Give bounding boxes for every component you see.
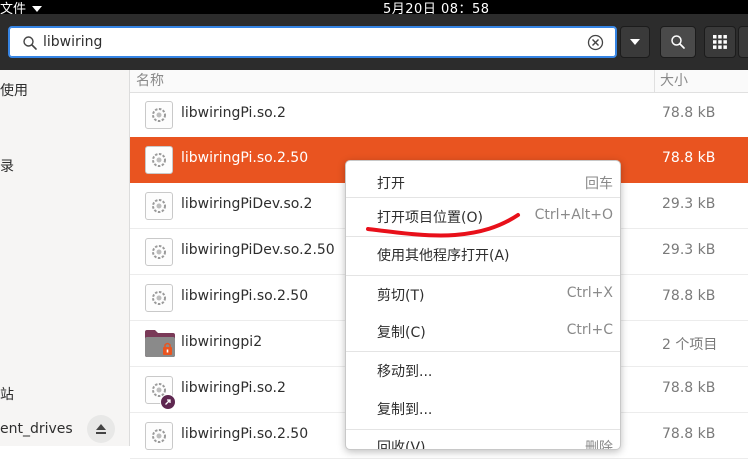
file-name: libwiringPiDev.so.2 [181,196,313,212]
column-header: 名称 大小 [130,70,748,93]
locked-folder-icon [145,330,175,357]
shared-library-icon [145,146,173,174]
sidebar-item-recent[interactable]: 使用 [0,80,28,100]
column-name[interactable]: 名称 [136,70,164,90]
menu-item-open-location[interactable]: 打开项目位置(O) Ctrl+Alt+O [346,201,620,233]
menu-divider [346,236,620,237]
file-size: 78.8 kB [662,426,716,442]
file-name: libwiringPiDev.so.2.50 [181,242,335,258]
file-name: libwiringpi2 [181,334,263,350]
file-name: libwiringPi.so.2.50 [181,426,309,442]
file-size: 78.8 kB [662,380,716,396]
search-input[interactable] [43,31,563,53]
menu-item-accel: Ctrl+C [566,322,613,338]
file-name: libwiringPi.so.2 [181,105,286,121]
top-bar: 文件 5月20日 08：58 [0,0,748,17]
menu-item-label: 移动到... [377,364,433,380]
menu-divider [346,275,620,276]
file-name: libwiringPi.so.2.50 [181,150,309,166]
menu-item-accel: 回车 [585,176,613,192]
menu-item-label: 打开 [377,176,405,192]
column-divider [654,70,655,92]
menu-divider [346,351,620,352]
search-icon [23,36,37,50]
menu-divider [346,197,620,198]
link-arrow-icon [160,394,176,410]
menu-item-label: 复制到... [377,402,433,418]
menu-item-open-with[interactable]: 使用其他程序打开(A) [346,239,620,271]
menu-item-accel: Ctrl+Alt+O [534,207,613,223]
shared-library-icon [145,192,173,220]
file-name: libwiringPi.so.2.50 [181,288,309,304]
sidebar-item-drive[interactable]: ent_drives [0,421,73,437]
menu-item-label: 回收(V) [377,440,426,450]
menu-item-label: 打开项目位置(O) [377,210,483,226]
file-size: 2 个项目 [662,337,718,353]
menu-item-accel: 删除 [585,440,613,450]
sidebar-item-home[interactable]: 录 [0,156,14,176]
menu-item-label: 剪切(T) [377,288,425,304]
menu-item-move-to[interactable]: 移动到... [346,355,620,387]
menu-item-accel: Ctrl+X [566,285,613,301]
menu-item-open[interactable]: 打开 回车 [346,167,620,199]
sidebar: 使用 录 站 ent_drives [0,70,130,446]
chevron-down-icon [630,39,640,45]
file-size: 78.8 kB [662,288,716,304]
context-menu: 打开 回车 打开项目位置(O) Ctrl+Alt+O 使用其他程序打开(A) 剪… [345,160,621,450]
file-name: libwiringPi.so.2 [181,380,286,396]
menu-item-cut[interactable]: 剪切(T) Ctrl+X [346,279,620,311]
menu-item-trash[interactable]: 回收(V) 删除 [346,431,620,450]
clear-icon[interactable] [587,34,604,51]
eject-icon [96,424,106,434]
menu-item-copy-to[interactable]: 复制到... [346,393,620,425]
header-bar [0,14,748,70]
column-size[interactable]: 大小 [660,70,688,90]
search-options-button[interactable] [620,26,650,58]
menu-divider [346,429,620,430]
file-size: 78.8 kB [662,150,716,166]
grid-icon [713,35,727,49]
menu-item-label: 复制(C) [377,325,426,341]
menu-item-copy[interactable]: 复制(C) Ctrl+C [346,316,620,348]
sidebar-item-trash[interactable]: 站 [0,384,14,404]
menu-item-label: 使用其他程序打开(A) [377,248,510,264]
search-box[interactable] [8,26,617,58]
shared-library-icon [145,238,173,266]
eject-button[interactable] [87,415,115,443]
file-row[interactable]: libwiringPi.so.2 78.8 kB [130,92,748,138]
chevron-down-icon [32,5,43,12]
view-options-button[interactable] [738,26,748,58]
file-size: 78.8 kB [662,105,716,121]
file-size: 29.3 kB [662,196,716,212]
file-size: 29.3 kB [662,242,716,258]
search-toggle-button[interactable] [660,26,696,58]
grid-view-button[interactable] [704,26,736,58]
shared-library-icon [145,101,173,129]
search-icon [671,35,685,49]
shared-library-icon [145,284,173,312]
